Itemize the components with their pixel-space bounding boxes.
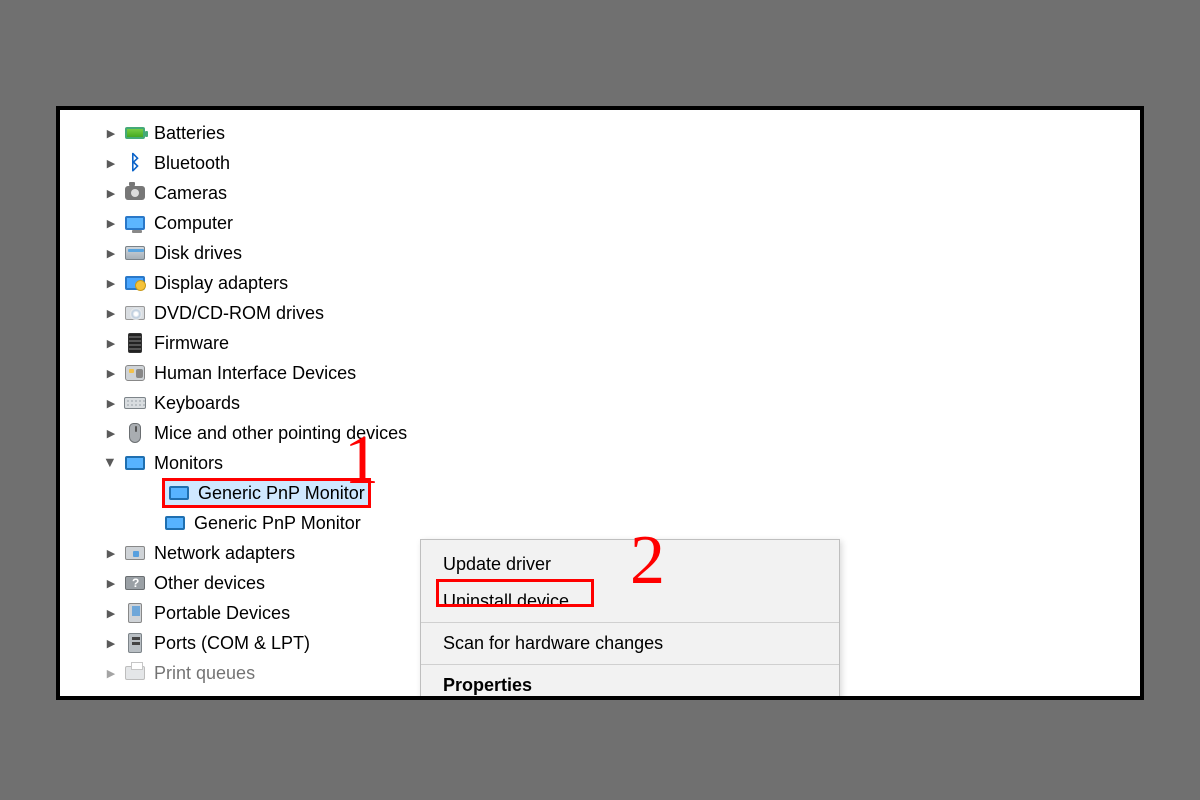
camera-icon [124,182,146,204]
monitor-icon [164,512,186,534]
tree-item-label: Monitors [154,453,223,474]
tree-item-label: DVD/CD-ROM drives [154,303,324,324]
chevron-right-icon[interactable]: ▶ [104,426,118,440]
tree-item-label: Portable Devices [154,603,290,624]
menu-item-label: Uninstall device [443,591,569,611]
tree-item-bluetooth[interactable]: ▶ ᛒ Bluetooth [60,148,1140,178]
mouse-icon [124,422,146,444]
battery-icon [124,122,146,144]
bluetooth-icon: ᛒ [124,152,146,174]
tree-item-label: Generic PnP Monitor [194,513,361,534]
menu-item-update-driver[interactable]: Update driver [421,546,839,583]
tree-item-label: Computer [154,213,233,234]
dvd-icon [124,302,146,324]
monitor-icon [168,482,190,504]
chevron-right-icon[interactable]: ▶ [104,666,118,680]
tree-item-label: Human Interface Devices [154,363,356,384]
chevron-right-icon[interactable]: ▶ [104,156,118,170]
tree-item-label: Generic PnP Monitor [198,483,365,504]
menu-separator [421,664,839,665]
menu-item-label: Scan for hardware changes [443,633,663,653]
portable-device-icon [124,602,146,624]
chevron-right-icon[interactable]: ▶ [104,636,118,650]
chevron-right-icon[interactable]: ▶ [104,186,118,200]
tree-item-keyboards[interactable]: ▶ Keyboards [60,388,1140,418]
tree-item-label: Display adapters [154,273,288,294]
device-manager-window: ▶ Batteries ▶ ᛒ Bluetooth ▶ Cameras ▶ Co… [56,106,1144,700]
tree-item-label: Cameras [154,183,227,204]
tree-item-label: Mice and other pointing devices [154,423,407,444]
other-devices-icon [124,572,146,594]
chevron-right-icon[interactable]: ▶ [104,276,118,290]
hid-icon [124,362,146,384]
tree-item-label: Print queues [154,663,255,684]
tree-item-disk-drives[interactable]: ▶ Disk drives [60,238,1140,268]
tree-item-batteries[interactable]: ▶ Batteries [60,118,1140,148]
chevron-right-icon[interactable]: ▶ [104,396,118,410]
menu-item-properties[interactable]: Properties [421,667,839,700]
chevron-right-icon[interactable]: ▶ [104,606,118,620]
chevron-right-icon[interactable]: ▶ [104,366,118,380]
tree-item-label: Bluetooth [154,153,230,174]
menu-item-label: Update driver [443,554,551,574]
tree-item-label: Ports (COM & LPT) [154,633,310,654]
context-menu: Update driver Uninstall device Scan for … [420,539,840,700]
tree-item-firmware[interactable]: ▶ Firmware [60,328,1140,358]
chevron-down-icon[interactable]: ▶ [104,456,118,470]
firmware-icon [124,332,146,354]
tree-item-generic-pnp-monitor-1[interactable]: ▶ Generic PnP Monitor [60,478,1140,508]
network-icon [124,542,146,564]
chevron-right-icon[interactable]: ▶ [104,216,118,230]
monitor-icon [124,452,146,474]
chevron-right-icon[interactable]: ▶ [104,576,118,590]
keyboard-icon [124,392,146,414]
tree-item-label: Other devices [154,573,265,594]
chevron-right-icon[interactable]: ▶ [104,336,118,350]
disk-icon [124,242,146,264]
tree-item-display-adapters[interactable]: ▶ Display adapters [60,268,1140,298]
chevron-right-icon[interactable]: ▶ [104,126,118,140]
tree-item-cameras[interactable]: ▶ Cameras [60,178,1140,208]
chevron-right-icon[interactable]: ▶ [104,306,118,320]
computer-icon [124,212,146,234]
display-adapter-icon [124,272,146,294]
tree-item-label: Batteries [154,123,225,144]
tree-item-hid[interactable]: ▶ Human Interface Devices [60,358,1140,388]
menu-item-scan-hardware[interactable]: Scan for hardware changes [421,625,839,662]
tree-item-dvd[interactable]: ▶ DVD/CD-ROM drives [60,298,1140,328]
printer-icon [124,662,146,684]
tree-item-mice[interactable]: ▶ Mice and other pointing devices [60,418,1140,448]
tree-item-computer[interactable]: ▶ Computer [60,208,1140,238]
menu-separator [421,622,839,623]
menu-item-uninstall-device[interactable]: Uninstall device [421,583,839,620]
tree-item-label: Disk drives [154,243,242,264]
tree-item-label: Firmware [154,333,229,354]
tree-item-monitors[interactable]: ▶ Monitors [60,448,1140,478]
tree-item-label: Keyboards [154,393,240,414]
ports-icon [124,632,146,654]
chevron-right-icon[interactable]: ▶ [104,246,118,260]
tree-item-label: Network adapters [154,543,295,564]
tree-item-generic-pnp-monitor-2[interactable]: ▶ Generic PnP Monitor [60,508,1140,538]
chevron-right-icon[interactable]: ▶ [104,546,118,560]
menu-item-label: Properties [443,675,532,695]
